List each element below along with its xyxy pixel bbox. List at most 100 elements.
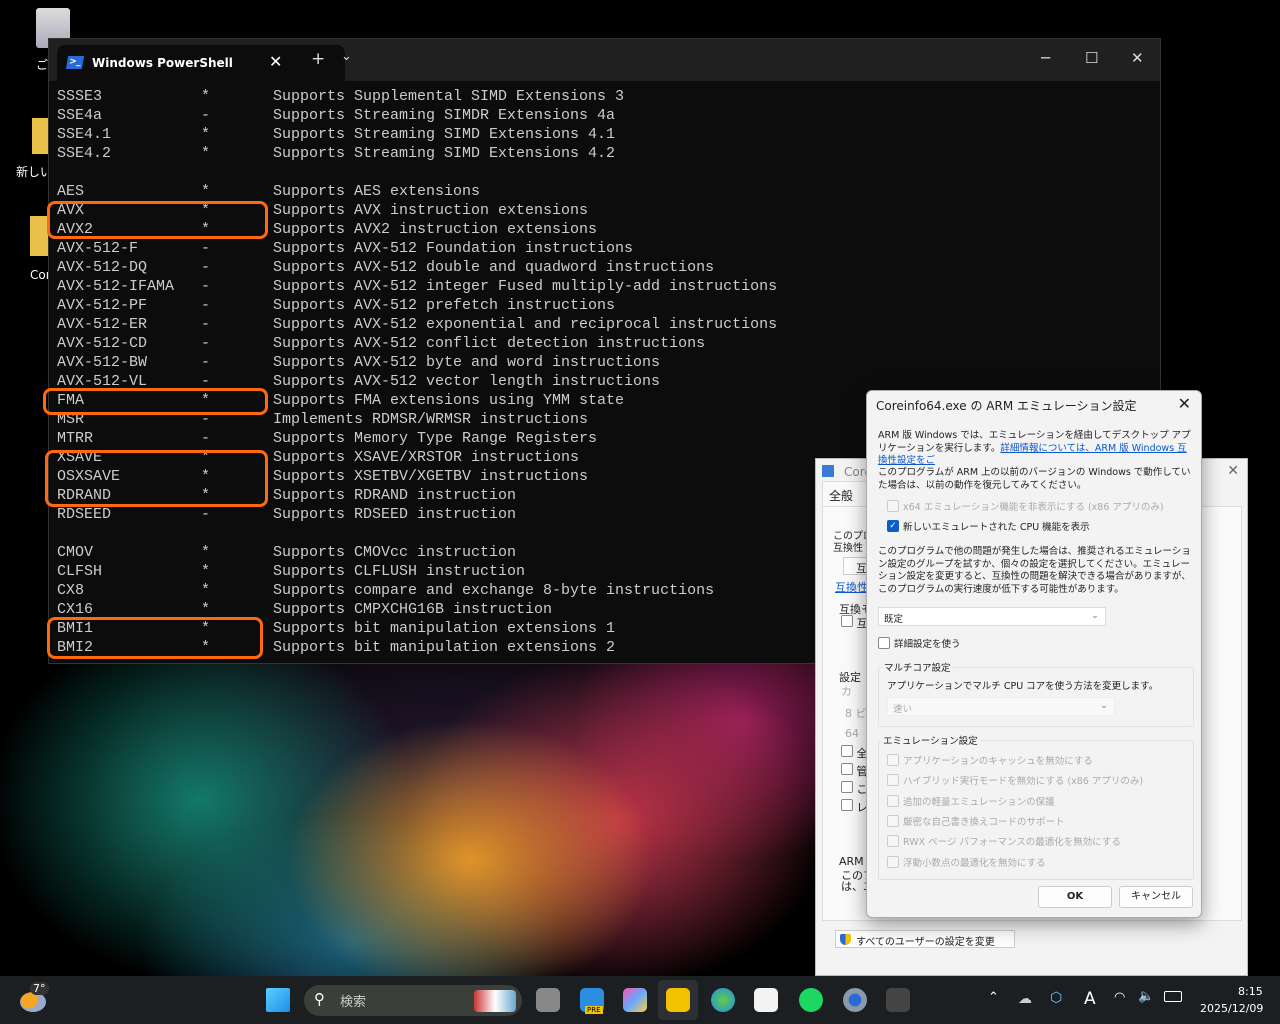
task-view-icon[interactable] <box>536 988 560 1012</box>
feature-desc: Supports AVX-512 byte and word instructi… <box>273 354 661 371</box>
maximize-button[interactable]: ☐ <box>1085 49 1098 67</box>
taskbar: 7° ⚲ 検索 PRE ⌃ ☁ ⬡ A ◠ 🔈 8:15 2025/12/09 <box>0 976 1280 1024</box>
feature-flag: * <box>201 88 211 105</box>
close-button[interactable]: ✕ <box>1227 463 1239 479</box>
feature-name: CX8 <box>57 582 85 599</box>
ok-button[interactable]: OK <box>1038 886 1112 908</box>
feature-flag: - <box>201 297 211 314</box>
weather-temp: 7° <box>30 982 49 995</box>
terminal-icon[interactable] <box>886 988 910 1012</box>
chevron-up-icon[interactable]: ⌃ <box>988 990 999 1005</box>
checkbox[interactable]: 全 <box>841 745 868 761</box>
feature-name: AVX-512-F <box>57 240 139 257</box>
desktop-label: ご <box>36 58 49 72</box>
emulation-option-checkbox[interactable]: ハイブリッド実行モードを無効にする (x86 アプリのみ) <box>887 773 1143 787</box>
chevron-down-icon: ⌄ <box>1100 700 1108 711</box>
emulation-option-checkbox[interactable]: アプリケーションのキャッシュを無効にする <box>887 753 1093 767</box>
settings-icon[interactable] <box>843 988 867 1012</box>
multicore-select[interactable]: 速い ⌄ <box>887 697 1115 716</box>
highlight-box <box>47 201 268 239</box>
feature-desc: Supports AVX-512 double and quadword ins… <box>273 259 715 276</box>
clock-date[interactable]: 2025/12/09 <box>1200 1002 1263 1015</box>
feature-desc: Supports Memory Type Range Registers <box>273 430 598 447</box>
start-icon[interactable] <box>266 988 290 1012</box>
feature-name: AVX-512-PF <box>57 297 148 314</box>
compat-link[interactable]: 互換性 <box>835 579 868 595</box>
new-tab-button[interactable]: + <box>311 49 325 69</box>
advanced-settings-checkbox[interactable]: 詳細設定を使う <box>878 636 961 650</box>
feature-desc: Supports bit manipulation extensions 2 <box>273 639 616 656</box>
edge-icon[interactable] <box>711 988 735 1012</box>
feature-flag: - <box>201 430 211 447</box>
close-button[interactable]: ✕ <box>1178 394 1191 413</box>
folder-icon[interactable] <box>30 216 48 256</box>
file-explorer-icon[interactable] <box>666 988 690 1012</box>
checkbox-label[interactable]: 64 <box>845 727 859 740</box>
highlight-box <box>45 450 268 507</box>
feature-desc: Supports AVX-512 exponential and recipro… <box>273 316 778 333</box>
minimize-button[interactable]: ─ <box>1041 49 1050 67</box>
feature-flag: * <box>201 582 211 599</box>
tab-title: Windows PowerShell <box>92 56 233 70</box>
copilot-icon[interactable] <box>623 988 647 1012</box>
feature-desc: Supports AVX-512 prefetch instructions <box>273 297 616 314</box>
arm-emulation-dialog[interactable]: Coreinfo64.exe の ARM エミュレーション設定 ✕ ARM 版 … <box>866 390 1202 918</box>
weather-icon[interactable] <box>20 992 46 1012</box>
store-icon[interactable] <box>754 988 778 1012</box>
app-tray-icon[interactable]: ⬡ <box>1050 990 1062 1006</box>
feature-name: CMOV <box>57 544 94 561</box>
previous-version-text: このプログラムが ARM 上の以前のバージョンの Windows で動作していた… <box>878 467 1191 491</box>
emulation-option-checkbox[interactable]: 追加の軽量エミュレーションの保護 <box>887 794 1055 808</box>
frag-text: 互換性 <box>833 543 863 554</box>
new-cpu-features-checkbox[interactable]: ✓ 新しいエミュレートされた CPU 機能を表示 <box>887 519 1090 533</box>
volume-icon[interactable]: 🔈 <box>1138 989 1154 1004</box>
feature-flag: * <box>201 126 211 143</box>
feature-name: AVX-512-BW <box>57 354 148 371</box>
feature-desc: Implements RDMSR/WRMSR instructions <box>273 411 589 428</box>
feature-name: AVX-512-ER <box>57 316 148 333</box>
feature-flag: - <box>201 278 211 295</box>
emulation-option-checkbox[interactable]: 厳密な自己書き換えコードのサポート <box>887 814 1065 828</box>
feature-desc: Supports RDRAND instruction <box>273 487 517 504</box>
feature-name: AVX-512-DQ <box>57 259 148 276</box>
battery-icon[interactable] <box>1164 991 1182 1002</box>
close-tab-button[interactable]: ✕ <box>269 52 282 71</box>
clock-time[interactable]: 8:15 <box>1238 985 1263 998</box>
checkbox[interactable]: レ <box>841 799 868 815</box>
feature-desc: Supports AVX-512 vector length instructi… <box>273 373 661 390</box>
checkbox[interactable]: 管 <box>841 763 868 779</box>
hide-x64-checkbox[interactable]: x64 エミュレーション機能を非表示にする (x86 アプリのみ) <box>887 499 1164 513</box>
feature-desc: Supports CMOVcc instruction <box>273 544 517 561</box>
tab-powershell[interactable]: >_ Windows PowerShell ✕ <box>57 45 345 81</box>
checkbox-label[interactable]: カ <box>841 683 852 699</box>
feature-desc: Supports Streaming SIMDR Extensions 4a <box>273 107 616 124</box>
ime-indicator[interactable]: A <box>1084 989 1096 1009</box>
wifi-icon[interactable]: ◠ <box>1114 990 1125 1005</box>
search-placeholder: 検索 <box>340 995 367 1010</box>
search-highlight-icon <box>474 990 516 1012</box>
feature-name: AVX-512-CD <box>57 335 148 352</box>
feature-flag: * <box>201 145 211 162</box>
feature-desc: Supports CMPXCHG16B instruction <box>273 601 553 618</box>
search-box[interactable]: ⚲ 検索 <box>304 985 522 1016</box>
spotify-icon[interactable] <box>799 988 823 1012</box>
feature-desc: Supports bit manipulation extensions 1 <box>273 620 616 637</box>
change-all-users-button[interactable]: すべてのユーザーの設定を変更 <box>835 930 1015 948</box>
compat-mode-checkbox[interactable]: 互 <box>841 615 868 631</box>
onedrive-icon[interactable]: ☁ <box>1018 991 1032 1007</box>
emulation-option-checkbox[interactable]: RWX ページ パフォーマンスの最適化を無効にする <box>887 834 1121 848</box>
problem-text: このプログラムで他の問題が発生した場合は、推奨されるエミュレーション設定のグルー… <box>878 546 1191 595</box>
feature-flag: - <box>201 335 211 352</box>
feature-desc: Supports AVX-512 Foundation instructions <box>273 240 634 257</box>
preset-select[interactable]: 既定 ⌄ <box>878 607 1106 626</box>
feature-name: AES <box>57 183 85 200</box>
cancel-button[interactable]: キャンセル <box>1119 886 1193 908</box>
desktop-label: 新しい <box>16 165 53 179</box>
feature-desc: Supports FMA extensions using YMM state <box>273 392 625 409</box>
close-window-button[interactable]: ✕ <box>1131 49 1144 67</box>
emulation-option-checkbox[interactable]: 浮動小数点の最適化を無効にする <box>887 855 1046 869</box>
tab-dropdown-button[interactable]: ⌄ <box>341 49 352 64</box>
multicore-title: マルチコア設定 <box>882 660 953 674</box>
feature-desc: Supports XSAVE/XRSTOR instructions <box>273 449 580 466</box>
chevron-down-icon: ⌄ <box>1091 610 1099 621</box>
